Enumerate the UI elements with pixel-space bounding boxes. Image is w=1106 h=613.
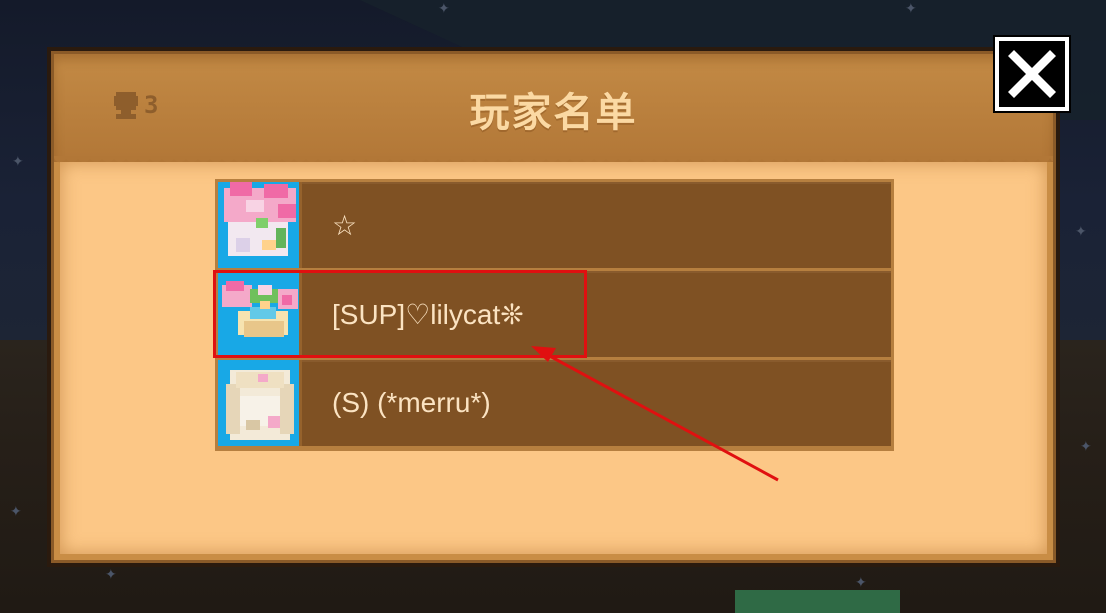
player-name-cell: (S) (*merru*) <box>302 360 891 446</box>
player-name: ☆ <box>332 209 358 241</box>
close-button[interactable] <box>995 37 1069 111</box>
player-row-merru[interactable]: (S) (*merru*) <box>218 360 891 446</box>
star-sparkle-icon: ✦ <box>905 1 917 17</box>
player-row-lilycat[interactable]: [SUP]♡lilycat❊ <box>218 271 891 357</box>
close-icon <box>1008 50 1056 98</box>
player-list: ☆ [SUP]♡lilycat❊ (S) (*merru*) <box>215 179 894 451</box>
dialog-header: 3 玩家名单 <box>54 54 1053 162</box>
player-name-cell: [SUP]♡lilycat❊ <box>302 271 891 357</box>
grass-patch <box>735 590 900 613</box>
player-name: [SUP]♡lilycat❊ <box>332 298 524 330</box>
player-name-cell: ☆ <box>302 182 891 268</box>
star-sparkle-icon: ✦ <box>438 1 450 17</box>
star-sparkle-icon: ✦ <box>10 504 22 520</box>
pink-flower-hat-avatar <box>218 182 302 268</box>
blonde-hair-avatar <box>218 360 302 446</box>
player-row-star[interactable]: ☆ <box>218 182 891 268</box>
star-sparkle-icon: ✦ <box>105 567 117 583</box>
player-name: (S) (*merru*) <box>332 387 491 418</box>
flower-crown-avatar <box>218 271 302 357</box>
dialog-title: 玩家名单 <box>469 90 638 136</box>
star-sparkle-icon: ✦ <box>855 575 867 591</box>
star-sparkle-icon: ✦ <box>12 154 24 170</box>
star-sparkle-icon: ✦ <box>1075 224 1087 240</box>
star-sparkle-icon: ✦ <box>1080 439 1092 455</box>
